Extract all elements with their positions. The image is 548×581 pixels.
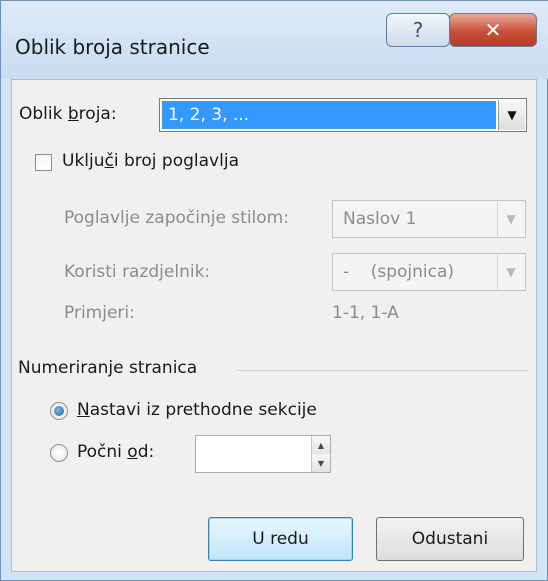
number-format-value: 1, 2, 3, ...	[162, 101, 496, 129]
help-button[interactable]: ?	[386, 13, 450, 47]
chapter-style-value: Naslov 1	[343, 209, 417, 229]
separator-select[interactable]: - (spojnica) ▼	[332, 253, 526, 291]
spin-down-icon[interactable]: ▼	[312, 454, 330, 472]
examples-value: 1-1, 1-A	[332, 303, 399, 323]
spinner: ▲ ▼	[311, 436, 330, 472]
group-divider	[237, 370, 529, 371]
number-format-label: Oblik broja:	[19, 104, 117, 124]
start-at-label[interactable]: Počni od:	[77, 442, 154, 462]
help-icon: ?	[412, 18, 424, 42]
continue-radio[interactable]	[50, 402, 68, 420]
title-bar: Oblik broja stranice ? ✕	[1, 1, 548, 79]
dialog-title: Oblik broja stranice	[15, 35, 210, 59]
number-format-select[interactable]: 1, 2, 3, ... ▼	[159, 98, 527, 132]
page-number-format-dialog: Oblik broja stranice ? ✕ Oblik broja: 1,…	[0, 0, 548, 581]
include-chapter-label[interactable]: Uključi broj poglavlja	[62, 151, 239, 171]
continue-label[interactable]: Nastavi iz prethodne sekcije	[77, 400, 317, 420]
page-numbering-heading: Numeriranje stranica	[18, 358, 198, 378]
ok-button[interactable]: U redu	[208, 517, 353, 561]
cancel-button[interactable]: Odustani	[376, 517, 524, 561]
chevron-down-icon[interactable]: ▼	[497, 202, 524, 236]
chapter-style-select[interactable]: Naslov 1 ▼	[332, 200, 526, 238]
spin-up-icon[interactable]: ▲	[312, 436, 330, 455]
examples-label: Primjeri:	[64, 303, 135, 323]
separator-value: - (spojnica)	[343, 262, 455, 282]
close-button[interactable]: ✕	[449, 13, 537, 47]
separator-label: Koristi razdjelnik:	[64, 262, 211, 282]
dialog-body: Oblik broja: 1, 2, 3, ... ▼ Uključi broj…	[11, 79, 537, 572]
chevron-down-icon[interactable]: ▼	[498, 100, 525, 130]
chapter-style-label: Poglavlje započinje stilom:	[64, 208, 289, 228]
include-chapter-checkbox[interactable]	[35, 154, 52, 171]
close-icon: ✕	[484, 18, 502, 42]
start-at-stepper[interactable]: ▲ ▼	[195, 435, 331, 473]
start-at-radio[interactable]	[50, 444, 68, 462]
chevron-down-icon[interactable]: ▼	[497, 255, 524, 289]
